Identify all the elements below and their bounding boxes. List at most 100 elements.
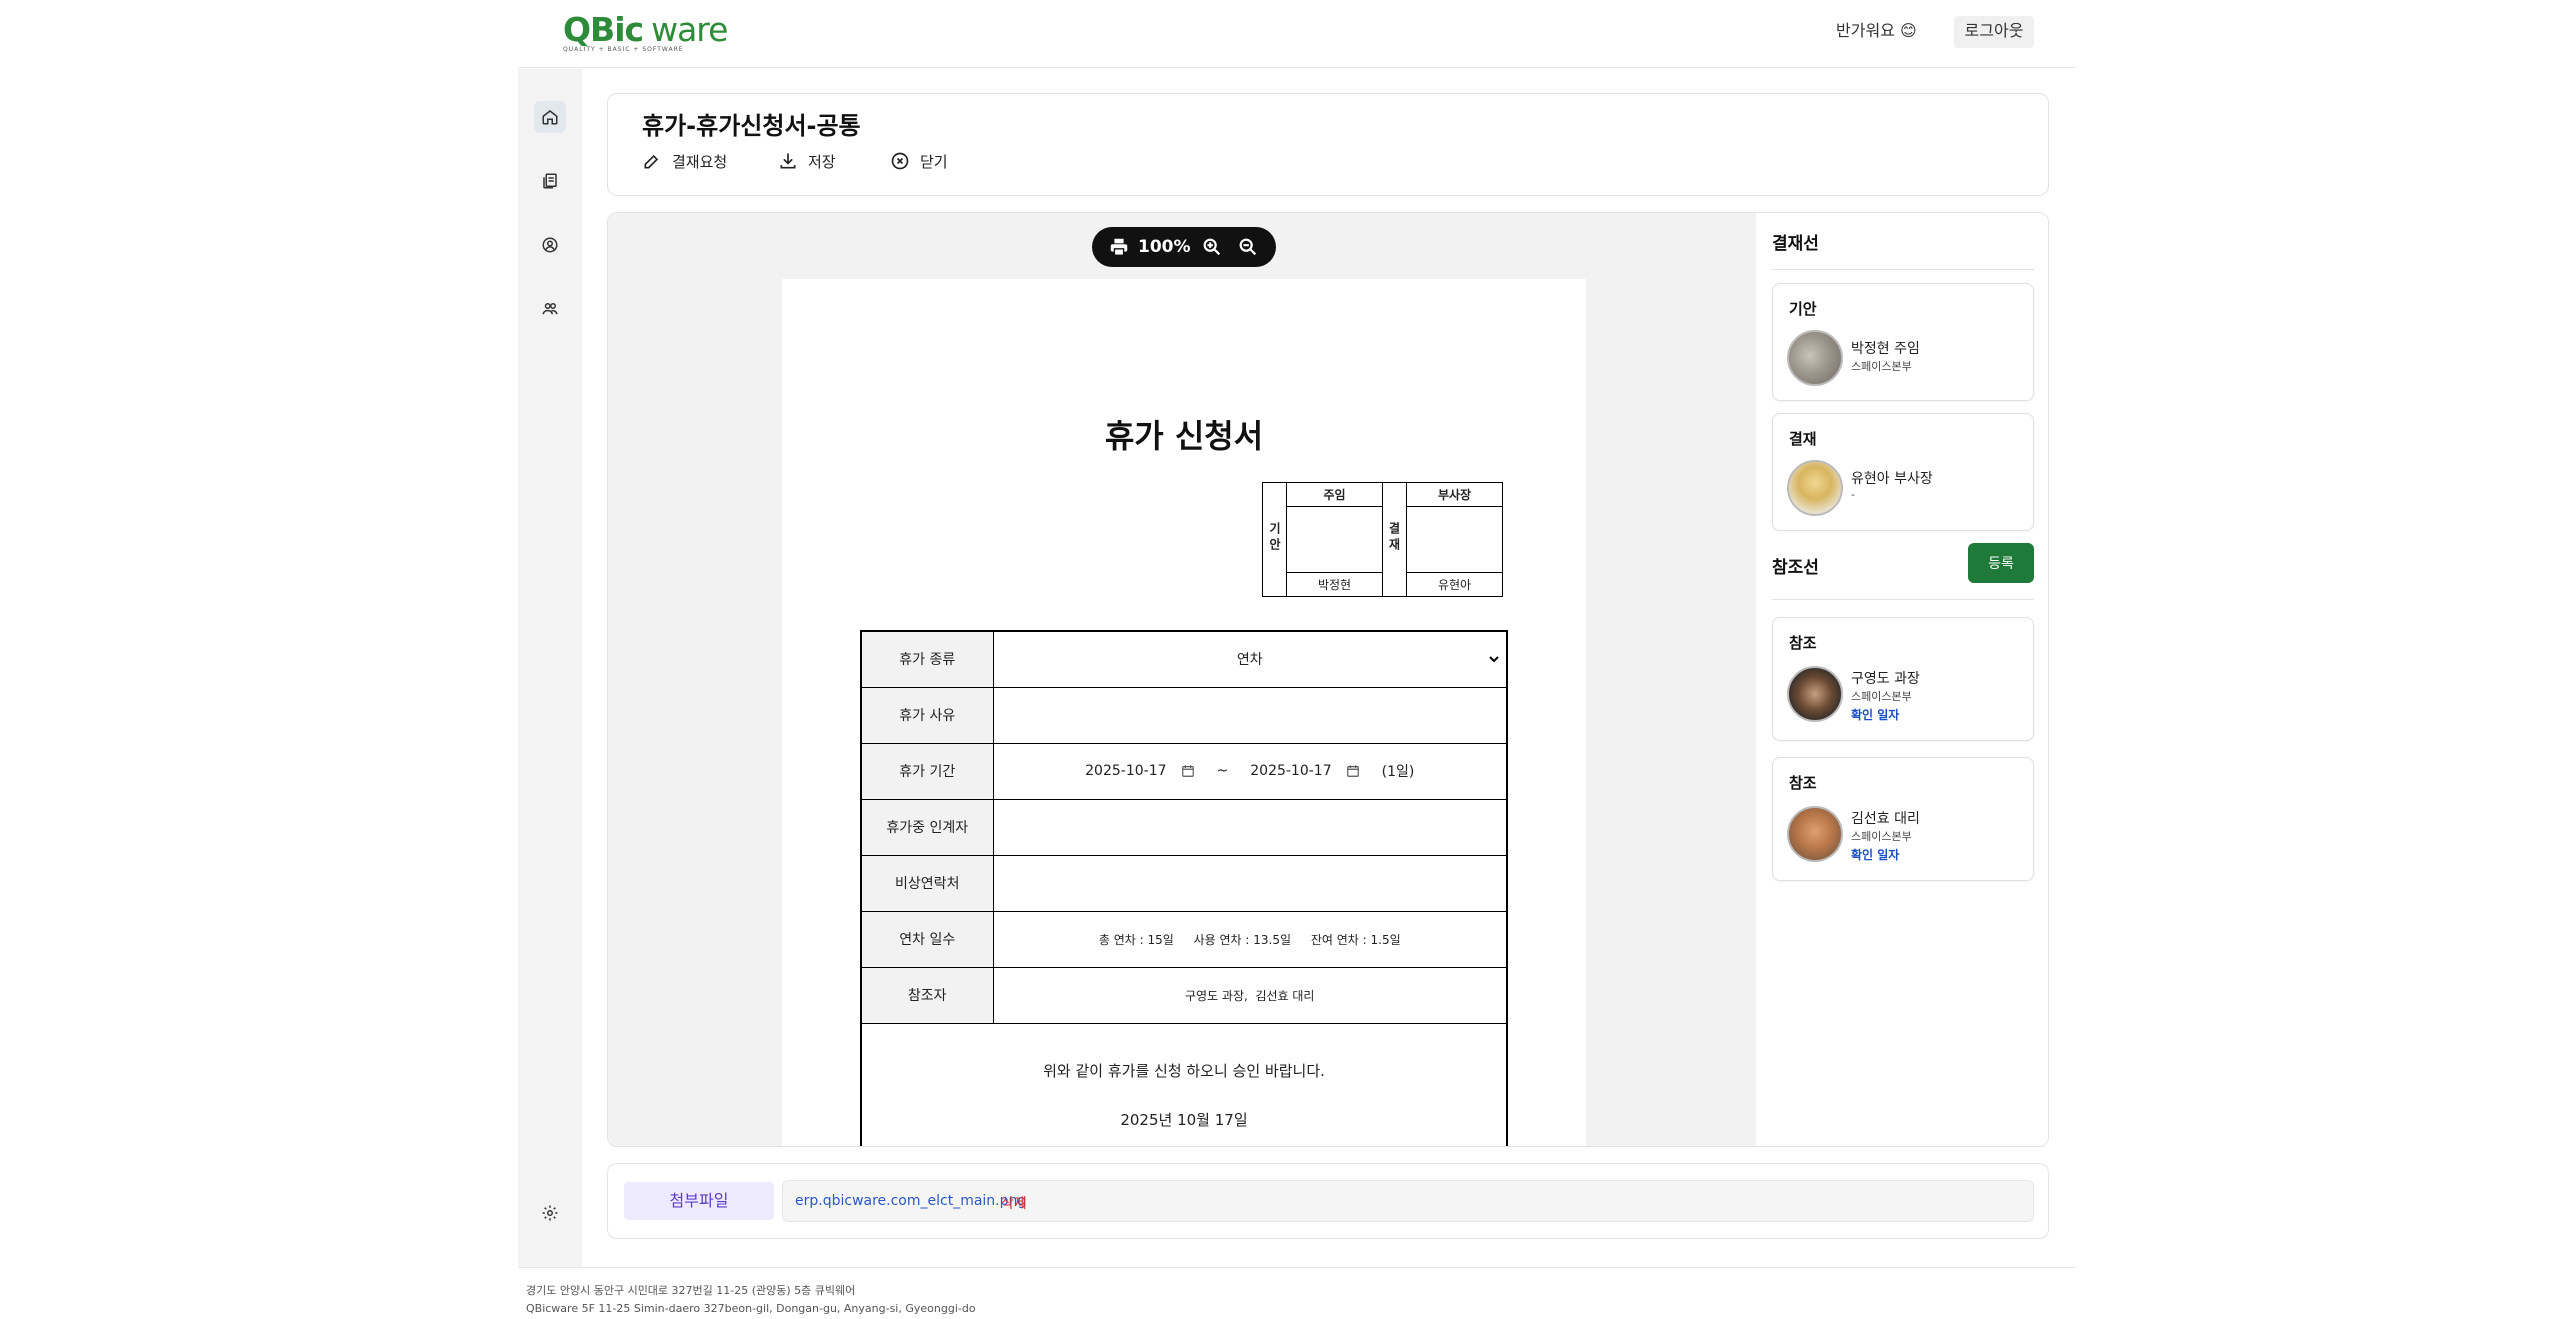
document-viewer[interactable]: 100% 휴가 신청서 기안 주임 결재 부사장 박정현 유현아 휴가 종류 연… (608, 213, 1756, 1146)
leave-reason-input[interactable] (992, 686, 1508, 744)
leave-form-table: 휴가 종류 연차 휴가 사유 휴가 기간 2025-10-17 ~ 2025-1… (860, 630, 1508, 1146)
leave-reason-label: 휴가 사유 (860, 686, 994, 744)
home-icon (542, 110, 558, 125)
sidebar-item-settings[interactable] (534, 1197, 566, 1229)
reference-card: 참조 김선효 대리 스페이스본부 확인 일자 (1772, 757, 2034, 881)
chevron-down-icon (1489, 656, 1499, 663)
group-icon (542, 303, 558, 315)
approver-name: 유현아 부사장 (1851, 471, 1933, 487)
date-range-separator: ~ (1216, 763, 1229, 779)
avatar (1787, 330, 1843, 386)
end-date-input[interactable]: 2025-10-17 (1250, 763, 1331, 779)
approver-dept: - (1851, 488, 1855, 501)
leave-days: (1일) (1381, 764, 1415, 780)
logo[interactable]: QBic ware QUALITY + BASIC + SOFTWARE (563, 10, 728, 54)
zoom-out-icon (1239, 238, 1256, 256)
annual-left: 잔여 연차 : 1.5일 (1310, 932, 1401, 947)
attachment-label: 첨부파일 (624, 1182, 774, 1220)
confirm-date-label: 확인 일자 (1851, 848, 1900, 862)
avatar (1787, 806, 1843, 862)
approval-line-title: 결재선 (1772, 234, 1819, 254)
annual-total: 총 연차 : 15일 (1098, 932, 1174, 947)
document-title: 휴가 신청서 (1104, 417, 1264, 455)
handover-input[interactable] (992, 798, 1508, 856)
approve-stamp-area (1406, 506, 1503, 573)
reference-dept: 스페이스본부 (1851, 830, 1912, 843)
reference-dept: 스페이스본부 (1851, 690, 1912, 703)
print-button[interactable] (1108, 236, 1130, 258)
document-page: 휴가 신청서 기안 주임 결재 부사장 박정현 유현아 휴가 종류 연차 휴가 … (782, 279, 1586, 1146)
register-reference-button[interactable]: 등록 (1968, 543, 2034, 583)
emergency-contact-label: 비상연락처 (860, 854, 994, 912)
leave-type-label: 휴가 종류 (860, 630, 994, 688)
approver-card-approve: 결재 유현아 부사장 - (1772, 413, 2034, 531)
reference-label: 참조자 (860, 966, 994, 1024)
documents-icon (543, 173, 557, 189)
zoom-in-button[interactable] (1201, 236, 1223, 258)
top-header: QBic ware QUALITY + BASIC + SOFTWARE 반가워요… (518, 0, 2076, 68)
zoom-level: 100% (1138, 237, 1191, 257)
handover-label: 휴가중 인계자 (860, 798, 994, 856)
divider (1772, 599, 2034, 600)
emergency-contact-input[interactable] (992, 854, 1508, 912)
avatar (1787, 666, 1843, 722)
leave-type-value: 연차 (1236, 652, 1263, 669)
calendar-icon[interactable] (1181, 764, 1195, 778)
draft-rank: 주임 (1286, 481, 1383, 508)
approver-dept: 스페이스본부 (1851, 360, 1912, 373)
leave-period-field: 2025-10-17 ~ 2025-10-17 (1일) (992, 742, 1508, 800)
logo-suffix-text: ware (651, 10, 728, 49)
leave-period-label: 휴가 기간 (860, 742, 994, 800)
logout-button[interactable]: 로그아웃 (1954, 16, 2034, 48)
leave-type-select[interactable]: 연차 (992, 630, 1508, 688)
request-approval-button[interactable]: 결재요청 (642, 148, 727, 174)
print-icon (1110, 238, 1128, 256)
zoom-out-button[interactable] (1237, 236, 1259, 258)
reference-role: 참조 (1789, 774, 1817, 792)
zoom-in-icon (1203, 238, 1220, 256)
sidebar-item-profile[interactable] (534, 229, 566, 261)
close-button[interactable]: 닫기 (890, 148, 948, 174)
request-approval-label: 결재요청 (672, 152, 728, 171)
divider (1772, 269, 2034, 270)
sidebar-item-documents[interactable] (534, 165, 566, 197)
confirmation-date: 2025년 10월 17일 (1120, 1110, 1248, 1129)
approval-panel: 결재선 기안 박정현 주임 스페이스본부 결재 유현아 부사장 - 참조선 등록… (1756, 213, 2048, 1146)
footer-address-en: QBicware 5F 11-25 Simin-daero 327beon-gi… (526, 1302, 976, 1315)
draft-name: 박정현 (1286, 571, 1383, 598)
approver-card-draft: 기안 박정현 주임 스페이스본부 (1772, 283, 2034, 401)
approve-rank: 부사장 (1406, 481, 1503, 508)
reference-card: 참조 구영도 과장 스페이스본부 확인 일자 (1772, 617, 2034, 741)
confirm-date-label: 확인 일자 (1851, 708, 1900, 722)
footer-divider (518, 1267, 2076, 1268)
user-circle-icon (542, 237, 558, 253)
approver-role: 결재 (1789, 430, 1817, 448)
viewer-toolbar: 100% (1092, 227, 1276, 267)
reference-value: 구영도 과장, 김선효 대리 (992, 966, 1508, 1024)
greeting-text: 반가워요 😊 (1836, 21, 1917, 40)
title-card: 휴가-휴가신청서-공통 결재요청 저장 닫기 (607, 93, 2049, 196)
close-label: 닫기 (920, 152, 948, 171)
save-button[interactable]: 저장 (778, 148, 836, 174)
confirmation-text: 위와 같이 휴가를 신청 하오니 승인 바랍니다. (1043, 1061, 1325, 1080)
approver-role: 기안 (1789, 300, 1817, 318)
main-card: 100% 휴가 신청서 기안 주임 결재 부사장 박정현 유현아 휴가 종류 연… (607, 212, 2049, 1147)
attachment-file-link[interactable]: erp.qbicware.com_elct_main.png (795, 1193, 1026, 1209)
attachment-delete-button[interactable]: 삭제 (1001, 1193, 1027, 1213)
calendar-icon[interactable] (1346, 764, 1360, 778)
draft-stamp-area (1286, 506, 1383, 573)
edit-icon (644, 154, 659, 169)
attachment-list: erp.qbicware.com_elct_main.png 삭제 (782, 1180, 2034, 1222)
approve-side-label: 결재 (1382, 482, 1407, 597)
annual-used: 사용 연차 : 13.5일 (1193, 932, 1292, 947)
reference-line-title: 참조선 (1772, 558, 1819, 578)
annual-leave-label: 연차 일수 (860, 910, 994, 968)
start-date-input[interactable]: 2025-10-17 (1085, 763, 1166, 779)
sidebar-item-home[interactable] (534, 101, 566, 133)
gear-icon (542, 1205, 558, 1221)
confirmation-cell: 위와 같이 휴가를 신청 하오니 승인 바랍니다. 2025년 10월 17일 (860, 1022, 1508, 1146)
attachment-card: 첨부파일 erp.qbicware.com_elct_main.png 삭제 (607, 1163, 2049, 1239)
draft-side-label: 기안 (1262, 482, 1287, 597)
reference-role: 참조 (1789, 634, 1817, 652)
sidebar-item-group[interactable] (534, 293, 566, 325)
